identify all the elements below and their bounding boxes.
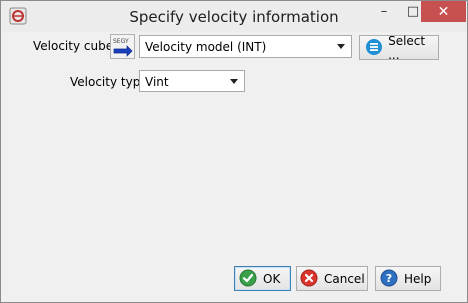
cancel-button-label: Cancel [324,271,365,286]
list-icon [365,38,384,58]
segy-cube-icon[interactable]: SEGY [110,34,135,59]
chevron-down-icon [230,79,238,84]
velocity-type-value: Vint [145,75,169,89]
velocity-cube-value: Velocity model (INT) [145,40,267,54]
velocity-cube-combobox[interactable]: Velocity model (INT) [139,35,352,58]
velocity-type-label: Velocity type [70,75,148,89]
select-button-label: Select ... [388,33,426,62]
close-icon: ✕ [437,3,450,20]
svg-text:SEGY: SEGY [113,38,129,45]
svg-text:?: ? [386,272,392,285]
minimize-icon: – [380,4,388,19]
dialog-window: Specify velocity information – □ ✕ Veloc… [0,0,468,303]
select-button[interactable]: Select ... [359,33,439,62]
cancel-icon [300,269,320,289]
help-icon: ? [380,269,400,289]
minimize-button[interactable]: – [370,1,398,22]
help-button[interactable]: ? Help [375,266,441,291]
velocity-type-combobox[interactable]: Vint [139,70,245,92]
chevron-down-icon [337,44,345,49]
check-icon [239,269,259,289]
ok-button[interactable]: OK [234,266,291,291]
velocity-cube-label: Velocity cube [33,39,114,53]
close-button[interactable]: ✕ [421,1,466,22]
dialog-body: Velocity cube SEGY Velocity model (INT) [8,32,460,295]
ok-button-label: OK [263,271,281,286]
maximize-icon: □ [406,4,420,19]
cancel-button[interactable]: Cancel [296,266,368,291]
help-button-label: Help [404,271,432,286]
title-bar[interactable]: Specify velocity information – □ ✕ [1,1,467,32]
